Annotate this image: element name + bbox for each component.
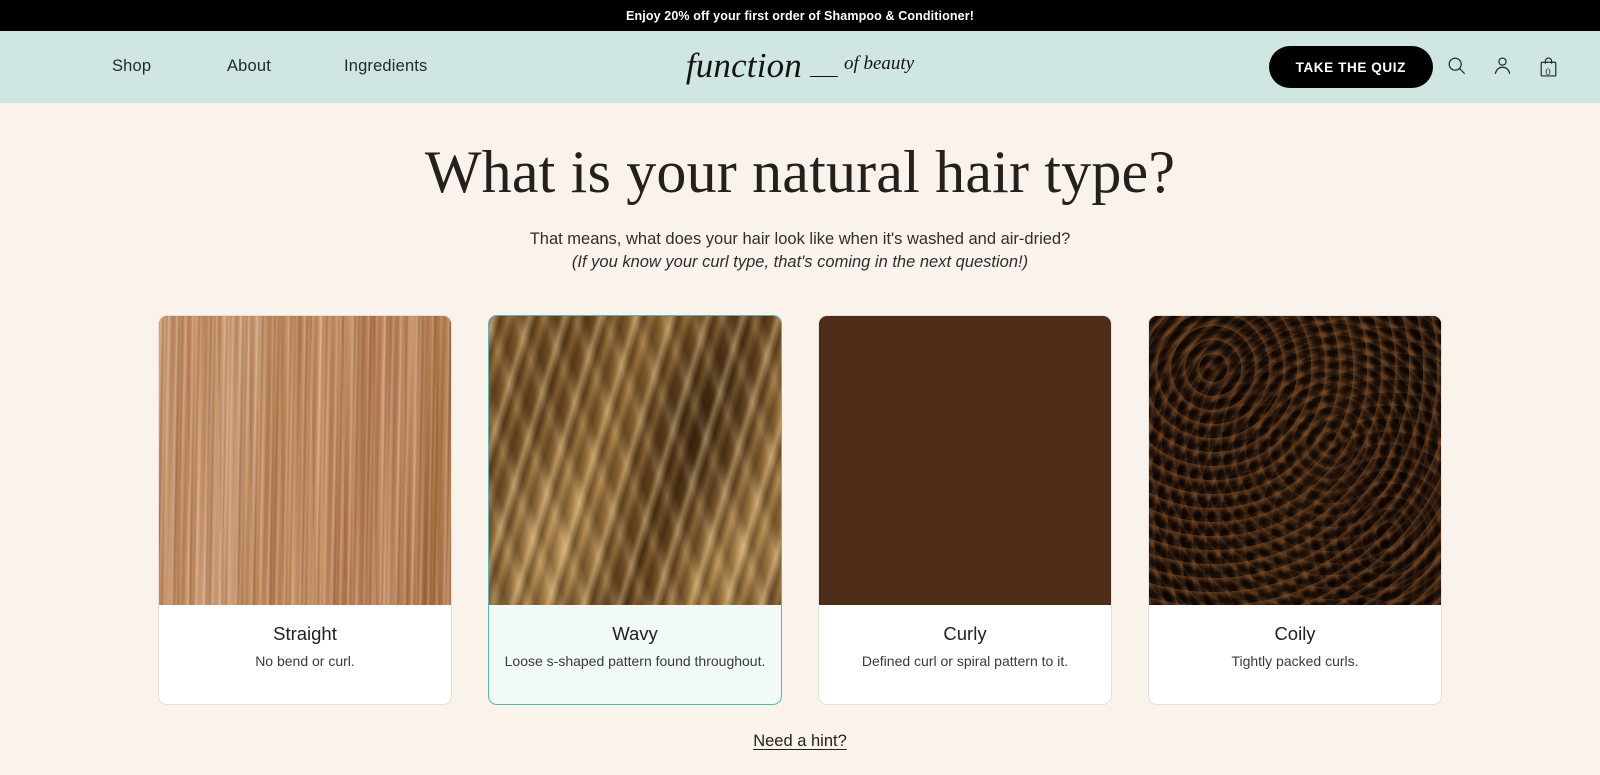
option-image-curly bbox=[819, 316, 1111, 606]
option-image-wavy bbox=[489, 316, 781, 606]
site-logo[interactable]: function of beauty bbox=[686, 48, 914, 86]
option-title-straight: Straight bbox=[273, 623, 337, 645]
logo-wordmark: function bbox=[685, 46, 802, 85]
take-the-quiz-button[interactable]: TAKE THE QUIZ bbox=[1268, 46, 1433, 88]
header-actions: TAKE THE QUIZ 0 bbox=[1268, 45, 1600, 89]
quiz-options-list: Straight No bend or curl. Wavy Loose s-s… bbox=[0, 315, 1600, 705]
site-header: Shop About Ingredients function of beaut… bbox=[0, 31, 1600, 103]
option-image-straight bbox=[159, 316, 451, 606]
nav-item-shop[interactable]: Shop bbox=[112, 58, 227, 76]
cart-icon: 0 bbox=[1538, 56, 1559, 78]
logo-dash bbox=[809, 75, 838, 77]
quiz-question-note: (If you know your curl type, that's comi… bbox=[571, 252, 1029, 271]
primary-navigation: Shop About Ingredients bbox=[112, 58, 459, 76]
logo-tagline: of beauty bbox=[843, 53, 915, 74]
option-title-curly: Curly bbox=[943, 623, 987, 645]
option-body-curly: Curly Defined curl or spiral pattern to … bbox=[819, 605, 1111, 701]
announcement-bar: Enjoy 20% off your first order of Shampo… bbox=[0, 0, 1600, 31]
cart-count-badge: 0 bbox=[1545, 67, 1551, 78]
quiz-option-coily[interactable]: Coily Tightly packed curls. bbox=[1148, 315, 1442, 705]
wavy-hair-texture bbox=[489, 316, 781, 606]
option-description-curly: Defined curl or spiral pattern to it. bbox=[861, 653, 1069, 670]
coily-hair-texture bbox=[1149, 316, 1441, 606]
option-body-straight: Straight No bend or curl. bbox=[159, 605, 451, 701]
nav-link-about[interactable]: About bbox=[227, 58, 271, 75]
option-description-straight: No bend or curl. bbox=[255, 653, 355, 670]
straight-hair-texture bbox=[159, 316, 451, 606]
quiz-question-title: What is your natural hair type? bbox=[424, 139, 1176, 205]
need-a-hint-link[interactable]: Need a hint? bbox=[753, 732, 847, 750]
page-root: Enjoy 20% off your first order of Shampo… bbox=[0, 0, 1600, 775]
cart-button[interactable]: 0 bbox=[1525, 45, 1571, 89]
option-image-coily bbox=[1149, 316, 1441, 606]
option-body-coily: Coily Tightly packed curls. bbox=[1149, 605, 1441, 701]
quiz-option-wavy[interactable]: Wavy Loose s-shaped pattern found throug… bbox=[488, 315, 782, 705]
hint-row: Need a hint? bbox=[0, 732, 1600, 751]
nav-item-about[interactable]: About bbox=[227, 58, 344, 76]
option-title-coily: Coily bbox=[1274, 623, 1316, 645]
search-button[interactable] bbox=[1433, 45, 1479, 89]
announcement-text: Enjoy 20% off your first order of Shampo… bbox=[626, 8, 974, 23]
quiz-option-curly[interactable]: Curly Defined curl or spiral pattern to … bbox=[818, 315, 1112, 705]
quiz-main: What is your natural hair type? That mea… bbox=[0, 103, 1600, 751]
account-button[interactable] bbox=[1479, 45, 1525, 89]
curly-hair-texture bbox=[819, 316, 1111, 606]
option-description-coily: Tightly packed curls. bbox=[1231, 653, 1359, 670]
account-icon bbox=[1492, 55, 1513, 79]
option-body-wavy: Wavy Loose s-shaped pattern found throug… bbox=[489, 605, 781, 701]
nav-item-ingredients[interactable]: Ingredients bbox=[344, 58, 459, 76]
nav-link-ingredients[interactable]: Ingredients bbox=[344, 58, 427, 75]
option-title-wavy: Wavy bbox=[612, 623, 658, 645]
nav-link-shop[interactable]: Shop bbox=[112, 58, 151, 75]
quiz-option-straight[interactable]: Straight No bend or curl. bbox=[158, 315, 452, 705]
search-icon bbox=[1446, 55, 1467, 79]
option-description-wavy: Loose s-shaped pattern found throughout. bbox=[504, 653, 766, 670]
quiz-question-subtitle: That means, what does your hair look lik… bbox=[529, 229, 1071, 248]
